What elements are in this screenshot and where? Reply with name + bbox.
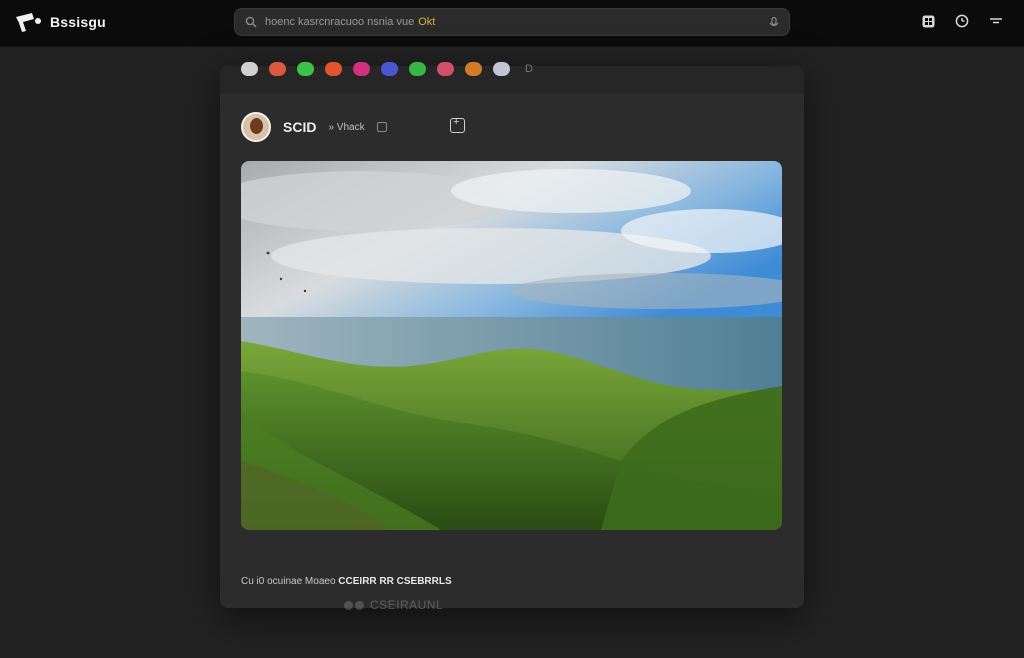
reaction-bar: D	[241, 62, 533, 76]
reaction-orange-icon[interactable]	[325, 62, 342, 76]
clock-icon[interactable]	[954, 13, 970, 29]
top-actions	[920, 13, 1004, 29]
menu-icon[interactable]	[988, 13, 1004, 29]
reaction-rose-icon[interactable]	[437, 62, 454, 76]
search-bar[interactable]: hoenc kasrcnracuoo nsnia vue Okt	[234, 8, 790, 36]
reaction-amber-icon[interactable]	[465, 62, 482, 76]
search-highlight: Okt	[418, 16, 436, 28]
brand-name: Bssisgu	[50, 14, 106, 30]
camera-logo-icon	[16, 13, 41, 32]
top-bar: Bssisgu hoenc kasrcnracuoo nsnia vue Okt	[0, 0, 1024, 47]
verified-icon	[376, 122, 387, 132]
reaction-green-2-icon[interactable]	[409, 62, 426, 76]
author-name[interactable]: SCID	[283, 119, 316, 135]
reaction-silver-icon[interactable]	[493, 62, 510, 76]
author-meta: » Vhack	[328, 121, 365, 133]
avatar[interactable]	[241, 112, 271, 142]
footer-text[interactable]: CSEIRAUNL	[370, 598, 443, 612]
reaction-green-icon[interactable]	[297, 62, 314, 76]
bookmark-add-button[interactable]	[450, 116, 465, 133]
post-author: SCID » Vhack	[241, 112, 387, 142]
dots-icon	[344, 600, 364, 610]
grid-icon[interactable]	[920, 13, 936, 29]
mic-icon[interactable]	[769, 17, 779, 29]
reaction-blue-icon[interactable]	[381, 62, 398, 76]
post-footer: CSEIRAUNL	[344, 598, 443, 612]
reaction-more[interactable]: D	[525, 63, 533, 75]
caption-bold[interactable]: CCEIRR RR CSEBRRLS	[338, 576, 451, 587]
search-icon	[245, 16, 257, 28]
brand[interactable]: Bssisgu	[14, 10, 106, 34]
reaction-gray-icon[interactable]	[241, 62, 258, 76]
search-input[interactable]: hoenc kasrcnracuoo nsnia vue	[265, 16, 414, 28]
post-image[interactable]	[241, 161, 782, 530]
caption-prefix: Cu i0 ocuinae Moaeo	[241, 576, 336, 587]
post-caption: Cu i0 ocuinae Moaeo CCEIRR RR CSEBRRLS	[241, 576, 452, 587]
reaction-red-icon[interactable]	[269, 62, 286, 76]
reaction-pink-icon[interactable]	[353, 62, 370, 76]
